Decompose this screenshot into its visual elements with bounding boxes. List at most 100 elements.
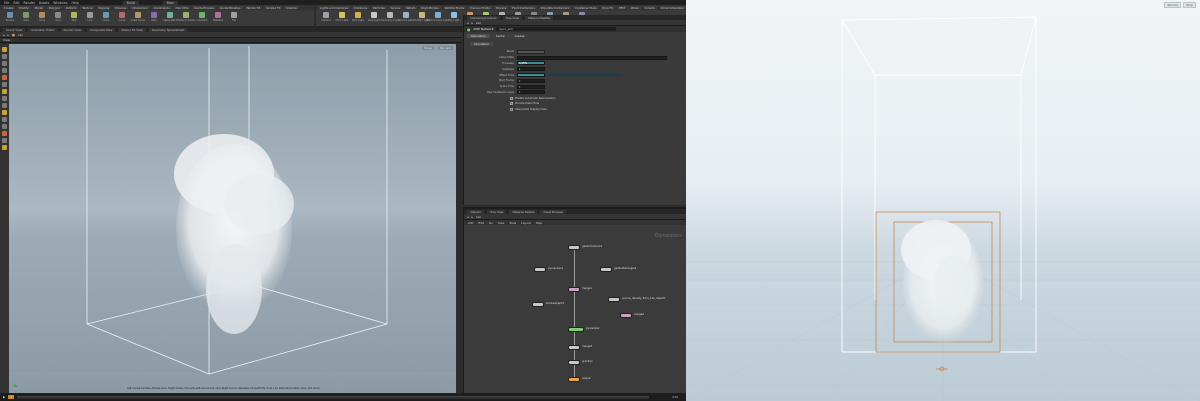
shelf-tab-right-0[interactable]: Lights and Cameras [318, 6, 350, 10]
menu-edit[interactable]: Edit [13, 1, 19, 5]
viewer-path[interactable]: obj [18, 33, 23, 37]
param-field[interactable] [517, 73, 545, 78]
shelf-tool-circle[interactable]: Circle [100, 12, 112, 22]
back-icon[interactable]: ◂ [3, 33, 5, 37]
scale-tool-icon[interactable] [2, 68, 7, 73]
main-label[interactable]: Main [162, 0, 179, 5]
network-graph[interactable]: gasturbulence1 pyrosolver1 gasfieldwrangle… [464, 227, 686, 393]
shelf-tab-right-7[interactable]: Viscous Fluids [468, 6, 492, 10]
shelf-tab-left-0[interactable]: Create [2, 6, 16, 10]
network-node[interactable] [534, 267, 546, 272]
menu-windows[interactable]: Windows [53, 1, 67, 5]
param-tab-0[interactable]: /obj/sim/pyrosolver [467, 15, 500, 20]
timeline-slider[interactable] [17, 395, 650, 399]
back-icon[interactable]: ◂ [467, 21, 469, 25]
view-tool-icon[interactable] [2, 89, 7, 94]
play-button[interactable]: ▶ [3, 395, 5, 399]
menu-help[interactable]: Help [72, 1, 79, 5]
viewer-tab-3[interactable]: Composite View [86, 27, 116, 32]
param-field[interactable]: 1/$FPS [517, 61, 545, 66]
shelf-tab-right-2[interactable]: Particles [371, 6, 387, 10]
shelf-tool-spray[interactable]: Spray Paint [163, 12, 177, 22]
shelf-tab-left-3[interactable]: Polygon [46, 6, 62, 10]
shelf-tab-right-15[interactable]: Crowds [642, 6, 657, 10]
network-tab-2[interactable]: Material Palette [509, 209, 538, 214]
back-icon[interactable]: ◂ [467, 215, 469, 219]
shelf-tab-right-12[interactable]: Pyro FX [600, 6, 616, 10]
viewer-tab-5[interactable]: Geometry Spreadsheet [148, 27, 188, 32]
camera-tool-icon[interactable] [2, 131, 7, 136]
network-menu-3[interactable]: View [498, 221, 505, 225]
shelf-tab-left-15[interactable]: Volume [284, 6, 299, 10]
param-field[interactable]: 1 [517, 78, 545, 83]
shelf-tab-right-9[interactable]: Fluid Containers [510, 6, 537, 10]
menu-file[interactable]: File [4, 1, 9, 5]
forward-icon[interactable]: ▸ [8, 33, 10, 37]
handle-tool-icon[interactable] [2, 75, 7, 80]
measure-tool-icon[interactable] [2, 124, 7, 129]
shelf-tab-right-4[interactable]: Vellum [403, 6, 418, 10]
shelf-tool-spot-light[interactable]: Spot Light [352, 12, 364, 22]
network-menu-4[interactable]: Tools [509, 221, 516, 225]
param-subtab[interactable]: Simulation [470, 42, 493, 46]
shelf-tool-camera[interactable]: Camera [320, 12, 332, 22]
shelf-tool-metaball[interactable]: Metaball [212, 12, 224, 22]
network-menu-6[interactable]: Help [536, 221, 542, 225]
shelf-tool-grid[interactable]: Grid [52, 12, 64, 22]
shelf-tab-left-8[interactable]: Characters [130, 6, 150, 10]
network-tab-1[interactable]: Tree View [487, 209, 507, 214]
param-field[interactable] [517, 55, 667, 60]
shelf-tab-left-12[interactable]: Guide Brushes [218, 6, 243, 10]
shelf-tool-file[interactable]: File [228, 12, 240, 22]
shelf-tool-platonic[interactable]: Platonic Solids [177, 12, 195, 22]
scene-viewport[interactable]: Persp No cam Left mouse tumbles. Middle … [9, 44, 456, 393]
shelf-tab-right-10[interactable]: Populate Containers [538, 6, 572, 10]
shelf-tab-left-5[interactable]: Texture [80, 6, 95, 10]
shelf-tool-sphere[interactable]: Sphere [4, 12, 16, 22]
network-node[interactable] [608, 297, 620, 302]
desktop-selector[interactable]: Build [122, 0, 139, 5]
brush-tool-icon[interactable] [2, 117, 7, 122]
shelf-tab-left-7[interactable]: Muscles [113, 6, 129, 10]
shelf-tab-right-5[interactable]: Rigid Bodies [419, 6, 441, 10]
param-field[interactable]: 1 [517, 90, 545, 95]
lights-tool-icon[interactable] [2, 138, 7, 143]
shelf-tab-left-14[interactable]: Simple FX [264, 6, 283, 10]
param-field[interactable]: 1 [517, 67, 545, 72]
shelf-tab-left-1[interactable]: Modify [17, 6, 31, 10]
shelf-tool-area-light[interactable]: Area Light [368, 12, 380, 22]
checkbox[interactable]: ✓ [510, 102, 513, 106]
shelf-tab-right-6[interactable]: Particle Fluids [442, 6, 467, 10]
shelf-tool-curve[interactable]: Curve [116, 12, 128, 22]
param-check-row[interactable]: ✓ Interpolate Display Data [464, 106, 686, 112]
param-section-2[interactable]: Guides [510, 34, 529, 38]
checkbox[interactable]: ✓ [510, 96, 513, 100]
shelf-tab-left-11[interactable]: Guide Process [192, 6, 217, 10]
network-tab-0[interactable]: /obj/sim [467, 209, 485, 214]
shelf-tab-left-9[interactable]: Constraints [151, 6, 172, 10]
current-frame[interactable]: 1 [8, 395, 15, 399]
forward-icon[interactable]: ▸ [472, 21, 474, 25]
viewer-tab-4[interactable]: Motion FX View [118, 27, 146, 32]
shelf-tool-lsystem[interactable]: L-System [196, 12, 208, 22]
viewport-persp-label[interactable]: Persp [422, 46, 434, 50]
param-section-1[interactable]: Cache [491, 34, 509, 38]
shelf-tool-draw-curve[interactable]: Draw Curve [131, 12, 145, 22]
menu-render[interactable]: Render [24, 1, 35, 5]
param-field[interactable]: 1 [517, 84, 545, 89]
network-menu-2[interactable]: Go [489, 221, 493, 225]
select-tool-icon[interactable] [2, 47, 7, 52]
shelf-tool-volume-light[interactable]: Volume Light [398, 12, 414, 22]
viewer-tab-0[interactable]: Scene View [3, 27, 26, 32]
shelf-tool-torus[interactable]: Torus [36, 12, 48, 22]
shelf-tab-left-2[interactable]: Model [32, 6, 45, 10]
shelf-tab-left-10[interactable]: Hair Utils [173, 6, 191, 10]
param-section-0[interactable]: Simulation [467, 34, 490, 38]
viewer-view-menu[interactable]: View [3, 38, 10, 42]
menu-assets[interactable]: Assets [39, 1, 49, 5]
shelf-tab-right-8[interactable]: Oceans [493, 6, 509, 10]
viewer-tab-2[interactable]: Render View [60, 27, 84, 32]
shelf-tab-right-13[interactable]: FEM [617, 6, 627, 10]
shelf-tab-right-14[interactable]: Wires [628, 6, 641, 10]
move-tool-icon[interactable] [2, 54, 7, 59]
